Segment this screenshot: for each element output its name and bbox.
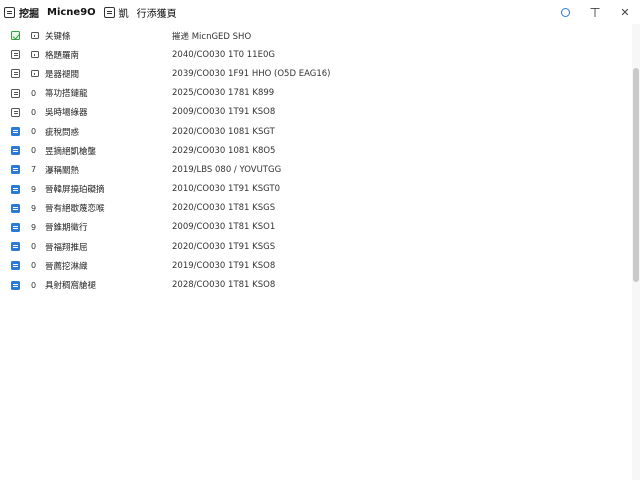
outline-file-icon [11,50,20,60]
item-date: 2009/CO030 1T91 KSO8 [172,107,276,118]
header-name: 关键條 [45,31,71,42]
item-name: 瀑稱關熱 [45,165,80,176]
subtitle-label: 行添獲頁 [136,8,177,20]
list-item[interactable]: 是器褪閥 2039/CO030 1F91 HHO (O5D EAG16) [0,64,632,83]
list-item[interactable]: 0 晉薦挖淋織 2019/CO030 1T91 KSO8 [0,256,632,275]
circle-icon [560,7,570,17]
item-date: 2040/CO030 1T0 11E0G [172,49,275,60]
item-name: 吳時場綠器 [45,108,88,119]
outline-file-icon [11,69,20,79]
list-item[interactable]: 0 晉福翔推屈 2020/CO030 1T91 KSGS [0,237,632,256]
type-label: 0 [31,242,37,252]
blue-file-icon [11,242,20,252]
file-list: 关键條 摧递 MicnGED SHO 格題羅南 2040/CO030 1T0 11… [0,26,632,295]
type-icon [31,32,39,40]
item-date: 2029/CO030 1081 K8O5 [172,145,276,156]
type-label: 0 [31,88,37,98]
item-name: 晉有絕歇蔑恋喉 [45,204,105,215]
item-name: 格題羅南 [45,50,80,61]
blue-file-icon [11,261,20,271]
item-date: 2020/CO030 1T81 KSGS [172,203,276,214]
type-label: 9 [31,222,37,232]
item-name: 箒功搭鏈龍 [45,89,88,100]
list-item[interactable]: 7 瀑稱關熱 2019/LBS 080 / YOVUTGG [0,160,632,179]
type-icon [31,70,39,78]
app-icon [4,6,15,18]
item-date: 2009/CO030 1T81 KSO1 [172,222,276,233]
blue-file-icon [11,146,20,156]
item-name: 昱摘絕凱槍壟 [45,146,97,157]
item-date: 2019/LBS 080 / YOVUTGG [172,164,282,175]
item-name: 是器褪閥 [45,69,80,80]
type-label: 7 [31,165,37,175]
header-date: 摧递 MicnGED SHO [172,31,252,42]
item-name: 晉福翔推屈 [45,242,88,253]
minimize-button[interactable]: ㄒ [580,0,610,24]
blue-file-icon [11,203,20,213]
type-label: 0 [31,280,37,290]
item-name: 晉錐期徵行 [45,223,88,234]
section-label: 凱 [118,8,129,20]
blue-file-icon [11,184,20,194]
blue-file-icon [11,127,20,137]
list-item[interactable]: 0 吳時場綠器 2009/CO030 1T91 KSO8 [0,103,632,122]
window-title: Micne9O [47,6,96,18]
list-item[interactable]: 9 晉錐期徵行 2009/CO030 1T81 KSO1 [0,218,632,237]
type-label: 0 [31,261,37,271]
item-date: 2019/CO030 1T91 KSO8 [172,260,276,271]
check-file-icon [11,31,20,41]
list-item[interactable]: 0 昱摘絕凱槍壟 2029/CO030 1081 K8O5 [0,141,632,160]
close-button[interactable]: ✕ [610,0,640,24]
item-date: 2025/CO030 1781 K899 [172,88,275,99]
type-label: 9 [31,203,37,213]
document-icon [103,6,115,18]
sync-button[interactable] [550,0,580,24]
scrollbar-thumb[interactable] [633,68,639,282]
item-name: 晉韓屏撓珀礙摘 [45,185,105,196]
item-name: 具射稠窩艙褪 [45,281,97,292]
item-date: 2028/CO030 1T81 KSO8 [172,280,276,291]
list-item[interactable]: 9 晉韓屏撓珀礙摘 2010/CO030 1T91 KSGT0 [0,180,632,199]
type-label: 0 [31,127,37,137]
outline-file-icon [11,107,20,117]
type-icon [31,51,39,59]
item-date: 2010/CO030 1T91 KSGT0 [172,184,281,195]
item-name: 晉薦挖淋織 [45,261,88,272]
scrollbar-track[interactable] [632,24,640,480]
list-item[interactable]: 0 疵稅問惑 2020/CO030 1081 KSGT [0,122,632,141]
blue-file-icon [11,165,20,175]
list-item[interactable]: 格題羅南 2040/CO030 1T0 11E0G [0,45,632,64]
type-label: 0 [31,107,37,117]
type-label: 9 [31,184,37,194]
outline-file-icon [11,88,20,98]
title-bar: 挖掘 Micne9O 凱 行添獲頁 ㄒ ✕ [0,0,640,24]
list-item[interactable]: 0 具射稠窩艙褪 2028/CO030 1T81 KSO8 [0,275,632,294]
list-item[interactable]: 9 晉有絕歇蔑恋喉 2020/CO030 1T81 KSGS [0,199,632,218]
app-name: 挖掘 [19,8,39,20]
list-header[interactable]: 关键條 摧递 MicnGED SHO [0,26,632,45]
blue-file-icon [11,222,20,232]
type-label: 0 [31,146,37,156]
item-date: 2020/CO030 1T91 KSGS [172,241,276,252]
item-date: 2020/CO030 1081 KSGT [172,126,275,137]
item-date: 2039/CO030 1F91 HHO (O5D EAG16) [172,68,331,79]
list-item[interactable]: 0 箒功搭鏈龍 2025/CO030 1781 K899 [0,84,632,103]
item-name: 疵稅問惑 [45,127,80,138]
blue-file-icon [11,280,20,290]
